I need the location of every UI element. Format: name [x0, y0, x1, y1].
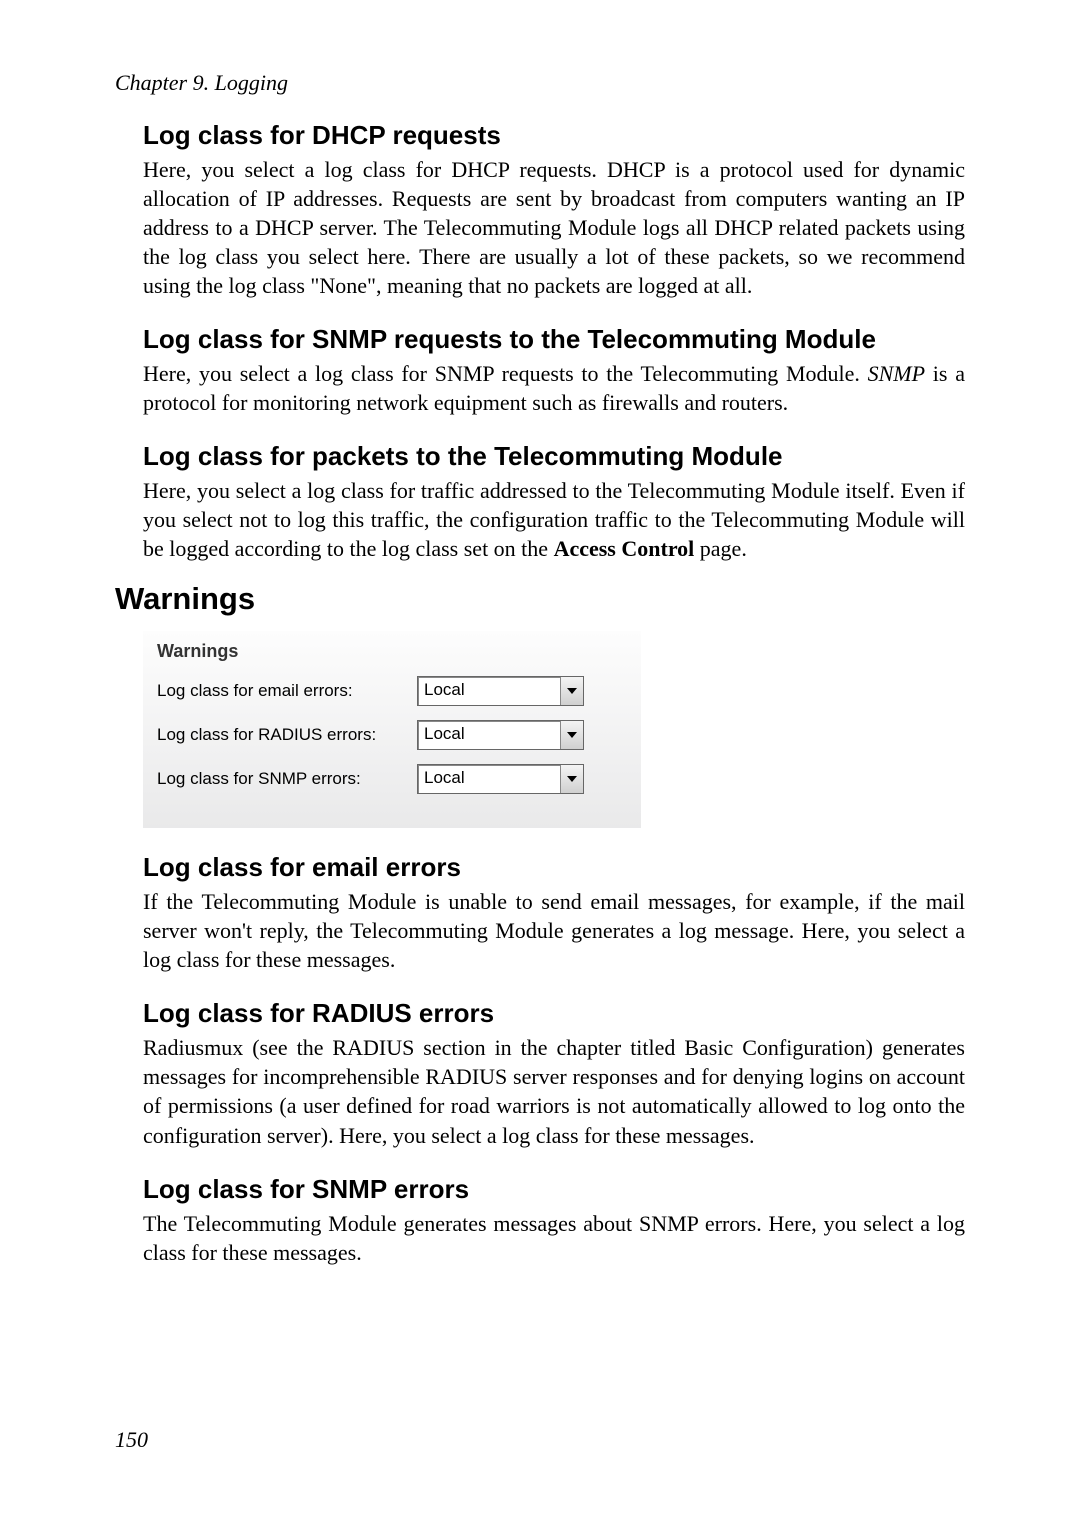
text-emph: SNMP [868, 361, 925, 386]
warnings-panel: Warnings Log class for email errors: Loc… [143, 631, 641, 828]
heading-snmp-errors: Log class for SNMP errors [143, 1174, 965, 1205]
heading-radius-errors: Log class for RADIUS errors [143, 998, 965, 1029]
label-email-errors: Log class for email errors: [157, 681, 417, 701]
select-value: Local [418, 721, 560, 749]
chevron-down-icon [560, 721, 583, 749]
heading-dhcp: Log class for DHCP requests [143, 120, 965, 151]
chapter-heading: Chapter 9. Logging [115, 70, 965, 96]
heading-email-errors: Log class for email errors [143, 852, 965, 883]
heading-packets: Log class for packets to the Telecommuti… [143, 441, 965, 472]
body-radius-errors: Radiusmux (see the RADIUS section in the… [143, 1033, 965, 1149]
text: page. [694, 536, 747, 561]
text: Here, you select a log class for SNMP re… [143, 361, 868, 386]
text-bold: Access Control [554, 536, 695, 561]
row-radius-errors: Log class for RADIUS errors: Local [157, 720, 627, 750]
body-email-errors: If the Telecommuting Module is unable to… [143, 887, 965, 974]
row-snmp-errors: Log class for SNMP errors: Local [157, 764, 627, 794]
chevron-down-icon [560, 765, 583, 793]
body-snmp-requests: Here, you select a log class for SNMP re… [143, 359, 965, 417]
chevron-down-icon [560, 677, 583, 705]
body-dhcp: Here, you select a log class for DHCP re… [143, 155, 965, 300]
select-snmp-errors[interactable]: Local [417, 764, 584, 794]
heading-snmp-requests: Log class for SNMP requests to the Telec… [143, 324, 965, 355]
body-packets: Here, you select a log class for traffic… [143, 476, 965, 563]
panel-title: Warnings [157, 641, 627, 662]
select-email-errors[interactable]: Local [417, 676, 584, 706]
page-number: 150 [115, 1427, 965, 1453]
label-snmp-errors: Log class for SNMP errors: [157, 769, 417, 789]
row-email-errors: Log class for email errors: Local [157, 676, 627, 706]
label-radius-errors: Log class for RADIUS errors: [157, 725, 417, 745]
select-radius-errors[interactable]: Local [417, 720, 584, 750]
heading-warnings: Warnings [115, 581, 965, 617]
select-value: Local [418, 765, 560, 793]
select-value: Local [418, 677, 560, 705]
body-snmp-errors: The Telecommuting Module generates messa… [143, 1209, 965, 1267]
